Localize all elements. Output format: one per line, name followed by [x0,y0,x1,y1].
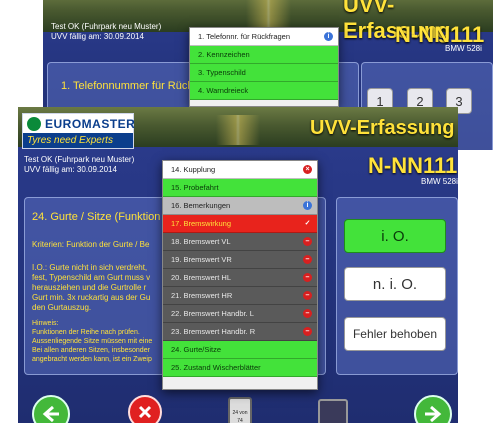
row-label: 3. Typenschild [198,68,246,77]
row-label: 2. Kennzeichen [198,50,250,59]
save-icon[interactable] [318,399,348,423]
logo-brand: EUROMASTER [45,117,136,131]
dd-row-14[interactable]: 14. Kupplung × [163,161,317,179]
criteria-text: Kriterien: Funktion der Gurte / Be [32,240,150,249]
test-info: Test OK (Fuhrpark neu Muster) UVV fällig… [24,155,134,175]
minus-icon: – [303,309,312,318]
dd-row-20[interactable]: 20. Bremswert HL – [163,269,317,287]
info-icon: i [303,201,312,210]
error-fixed-button[interactable]: Fehler behoben [344,317,446,351]
row-label: 15. Probefahrt [171,183,219,192]
license-plate: N-NN111 [368,153,458,178]
row-label: 24. Gurte/Sitze [171,345,222,354]
front-screen: EUROMASTER Tyres need Experts UVV-Erfass… [18,107,458,423]
tablet-icon[interactable]: 24 von 74 [228,397,252,423]
dd-row-21[interactable]: 21. Bremswert HR – [163,287,317,305]
row-label: 18. Bremswert VL [171,237,231,246]
arrow-right-icon [425,405,442,423]
car-model: BMW 528i [421,177,458,186]
question-title: 1. Telefonnummer für Rück [61,80,193,92]
row-label: 16. Bemerkungen [171,201,231,210]
back-dd-row-1[interactable]: 1. Telefonnr. für Rückfragen i [190,28,338,46]
forward-arrow-button[interactable] [414,395,452,423]
back-dd-row-2[interactable]: 2. Kennzeichen [190,46,338,64]
row-label: 23. Bremswert Handbr. R [171,327,256,336]
minus-icon: – [303,327,312,336]
row-label: 1. Telefonnr. für Rückfragen [198,32,290,41]
row-label: 25. Zustand Wischerblätter [171,363,261,372]
error-icon: × [303,165,312,174]
dd-row-18[interactable]: 18. Bremswert VL – [163,233,317,251]
dd-row-15[interactable]: 15. Probefahrt [163,179,317,197]
row-label: 22. Bremswert Handbr. L [171,309,254,318]
dd-row-16[interactable]: 16. Bemerkungen i [163,197,317,215]
test-name: Test OK (Fuhrpark neu Muster) UVV fällig… [51,22,161,42]
minus-icon: – [303,273,312,282]
dd-row-22[interactable]: 22. Bremswert Handbr. L – [163,305,317,323]
question-dropdown[interactable]: 14. Kupplung × 15. Probefahrt 16. Bemerku… [162,160,318,390]
row-label: 4. Warndreieck [198,86,249,95]
cancel-button[interactable] [128,395,162,423]
dd-row-23[interactable]: 23. Bremswert Handbr. R – [163,323,317,341]
app-title: UVV-Erfassung [310,117,455,139]
due-date: UVV fällig am: 30.09.2014 [24,165,117,174]
check-icon: ✓ [304,220,311,227]
row-label: 17. Bremswirkung [171,219,232,228]
dd-row-25[interactable]: 25. Zustand Wischerblätter [163,359,317,377]
dd-row-24[interactable]: 24. Gurte/Sitze [163,341,317,359]
due-date: UVV fällig am: 30.09.2014 [51,32,144,41]
back-dd-row-3[interactable]: 3. Typenschild [190,64,338,82]
nio-button[interactable]: n. i. O. [344,267,446,301]
close-icon [138,405,152,419]
minus-icon: – [303,237,312,246]
back-dropdown[interactable]: 1. Telefonnr. für Rückfragen i 2. Kennzei… [189,27,339,107]
dd-row-19[interactable]: 19. Bremswert VR – [163,251,317,269]
test-name-text: Test OK (Fuhrpark neu Muster) [24,155,135,164]
question-title: 24. Gurte / Sitze (Funktion [32,211,161,223]
row-label: 14. Kupplung [171,165,216,174]
minus-icon: – [303,291,312,300]
minus-icon: – [303,255,312,264]
dd-row-17[interactable]: 17. Bremswirkung ✓ [163,215,317,233]
info-icon: i [324,32,333,41]
back-arrow-button[interactable] [32,395,70,423]
euromaster-logo: EUROMASTER Tyres need Experts [22,113,136,149]
io-button[interactable]: i. O. [344,219,446,253]
arrow-left-icon [42,405,59,423]
car-model: BMW 528i [445,44,482,53]
position-label: 24 von 74 [232,410,248,423]
back-dd-row-4[interactable]: 4. Warndreieck [190,82,338,100]
row-label: 21. Bremswert HR [171,291,233,300]
logo-circle-icon [27,117,41,131]
row-label: 19. Bremswert VR [171,255,232,264]
row-label: 20. Bremswert HL [171,273,232,282]
test-name-text: Test OK (Fuhrpark neu Muster) [51,22,162,31]
logo-slogan: Tyres need Experts [27,135,113,146]
